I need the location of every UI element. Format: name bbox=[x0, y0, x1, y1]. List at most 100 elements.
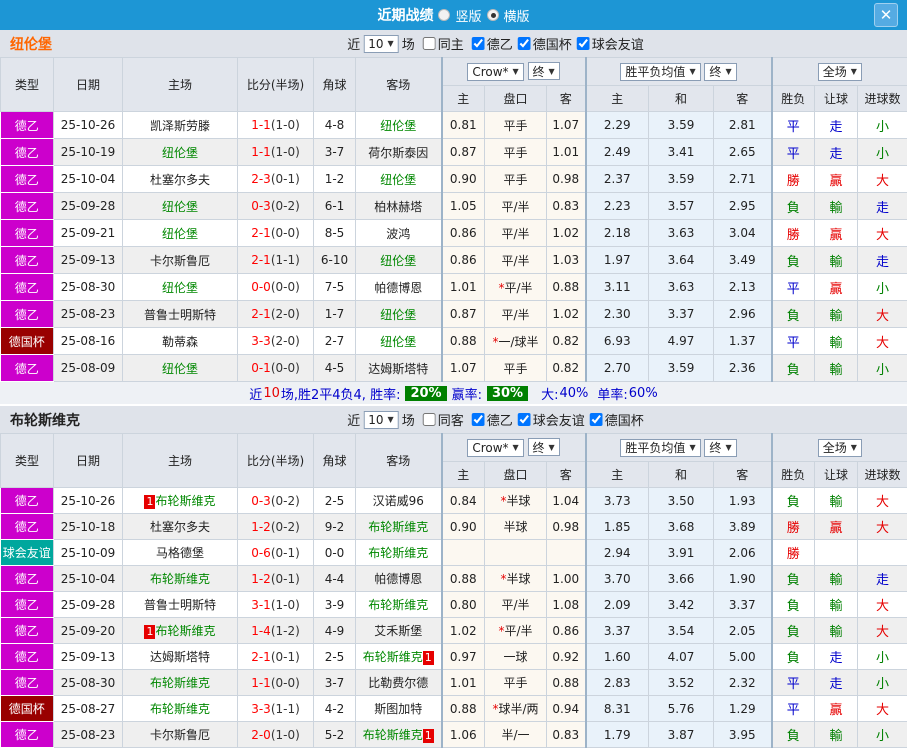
col-score: 比分(半场) bbox=[237, 433, 314, 488]
same-venue-filter[interactable]: 同客 bbox=[422, 410, 464, 429]
corner-cell: 4-5 bbox=[313, 354, 356, 382]
league-checkbox[interactable] bbox=[471, 412, 485, 426]
odds-handicap: 平手 bbox=[484, 669, 547, 696]
same-venue-checkbox[interactable] bbox=[422, 413, 436, 426]
avg-select[interactable]: 胜平负均值 ▼ bbox=[620, 62, 701, 81]
odds-home: 0.87 bbox=[440, 300, 485, 328]
score-cell: 0-3(0-2) bbox=[237, 192, 314, 220]
scope-select[interactable]: 全场 ▼ bbox=[817, 438, 862, 457]
away-team: 荷尔斯泰因 bbox=[355, 138, 442, 166]
col-winloss: 胜负 bbox=[770, 461, 816, 488]
league-filter[interactable]: 德国杯 bbox=[517, 34, 572, 53]
avg-time-select[interactable]: 终 ▼ bbox=[704, 62, 737, 81]
league-filter[interactable]: 球会友谊 bbox=[576, 34, 644, 53]
odds-handicap: *一/球半 bbox=[484, 327, 547, 355]
score-cell: 1-4(1-2) bbox=[237, 617, 314, 644]
avg-time-select[interactable]: 终 ▼ bbox=[704, 438, 737, 457]
bookmaker-select[interactable]: Crow* ▼ bbox=[467, 438, 524, 457]
match-date: 25-10-18 bbox=[53, 513, 123, 540]
handicap-result-cell: 贏 bbox=[814, 219, 859, 247]
handicap-result-cell: 贏 bbox=[814, 513, 859, 540]
same-venue-checkbox[interactable] bbox=[422, 37, 436, 50]
odds-time-select[interactable]: 终 ▼ bbox=[527, 62, 560, 81]
handicap-result-cell: 走 bbox=[814, 111, 859, 139]
corner-cell: 1-7 bbox=[313, 300, 356, 328]
league-filter[interactable]: 德乙 bbox=[471, 410, 513, 429]
odds-handicap: 半/一 bbox=[484, 721, 547, 748]
league-type-badge: 德乙 bbox=[0, 487, 54, 514]
handicap-result-cell: 輸 bbox=[814, 354, 859, 382]
league-type-badge: 德乙 bbox=[0, 111, 54, 139]
league-checkbox[interactable] bbox=[517, 36, 531, 50]
avg-home: 2.37 bbox=[584, 165, 650, 193]
league-filter[interactable]: 球会友谊 bbox=[517, 410, 585, 429]
odds-handicap: 一球 bbox=[484, 643, 547, 670]
home-team: 纽伦堡 bbox=[122, 138, 238, 166]
win-loss-cell: 平 bbox=[770, 111, 816, 139]
col-avg-draw: 和 bbox=[648, 461, 715, 488]
odds-handicap bbox=[484, 539, 547, 566]
rank-badge: 1 bbox=[144, 495, 156, 509]
col-away: 客场 bbox=[355, 57, 442, 112]
odds-away: 0.98 bbox=[545, 165, 587, 193]
horizontal-layout-radio[interactable] bbox=[486, 9, 499, 21]
corner-cell: 4-8 bbox=[313, 111, 356, 139]
bookmaker-select[interactable]: Crow* ▼ bbox=[467, 62, 524, 81]
match-row: 德国杯 25-08-27 布轮斯维克 3-3(1-1) 4-2 斯图加特 0.8… bbox=[0, 695, 907, 722]
score-cell: 2-1(0-1) bbox=[237, 643, 314, 670]
goals-result-cell: 大 bbox=[857, 695, 907, 722]
match-row: 德乙 25-10-04 杜塞尔多夫 2-3(0-1) 1-2 纽伦堡 0.90 … bbox=[0, 165, 907, 193]
col-corner: 角球 bbox=[313, 57, 356, 112]
league-filter[interactable]: 德国杯 bbox=[589, 410, 644, 429]
odds-away: 0.83 bbox=[545, 721, 587, 748]
team-name: 纽伦堡 bbox=[10, 36, 52, 53]
horizontal-layout-label[interactable]: 横版 bbox=[504, 6, 530, 25]
handicap-result-cell: 贏 bbox=[814, 273, 859, 301]
col-handicap-result: 让球 bbox=[814, 85, 859, 112]
handicap-result-cell: 輸 bbox=[814, 300, 859, 328]
vertical-layout-radio[interactable] bbox=[438, 9, 451, 21]
avg-draw: 5.76 bbox=[648, 695, 715, 722]
league-filters: 德乙 球会友谊 德国杯 bbox=[467, 410, 644, 430]
vertical-layout-label[interactable]: 竖版 bbox=[455, 6, 481, 25]
score-cell: 0-0(0-0) bbox=[237, 273, 314, 301]
league-checkbox[interactable] bbox=[576, 36, 590, 50]
chevron-down-icon: ▼ bbox=[725, 67, 732, 76]
avg-away: 2.95 bbox=[713, 192, 773, 220]
odds-away: 0.88 bbox=[545, 669, 587, 696]
avg-home: 2.49 bbox=[584, 138, 650, 166]
odds-group-header: Crow* ▼ 终 ▼ bbox=[440, 57, 587, 86]
rounds-select[interactable]: 10 ▼ bbox=[363, 34, 399, 53]
avg-away: 3.49 bbox=[713, 246, 773, 274]
home-team: 勒蒂森 bbox=[122, 327, 238, 355]
odds-away: 0.82 bbox=[545, 327, 587, 355]
league-checkbox[interactable] bbox=[471, 36, 485, 50]
results-table: 类型 日期 主场 比分(半场) 角球 客场 Crow* ▼ 终 ▼ 胜平负均值 ▼ 终… bbox=[0, 433, 907, 748]
league-type-badge: 德乙 bbox=[0, 643, 54, 670]
rounds-select[interactable]: 10 ▼ bbox=[363, 410, 399, 429]
scope-select[interactable]: 全场 ▼ bbox=[817, 62, 862, 81]
handicap-result-cell: 走 bbox=[814, 643, 859, 670]
odds-time-select[interactable]: 终 ▼ bbox=[527, 438, 560, 457]
league-checkbox[interactable] bbox=[517, 412, 531, 426]
col-avg-away: 客 bbox=[713, 85, 773, 112]
match-date: 25-10-04 bbox=[53, 165, 123, 193]
avg-home: 1.60 bbox=[584, 643, 650, 670]
odds-away: 0.86 bbox=[545, 617, 587, 644]
score-cell: 1-2(0-1) bbox=[237, 565, 314, 592]
match-date: 25-08-16 bbox=[53, 327, 123, 355]
odds-handicap: 平/半 bbox=[484, 246, 547, 274]
win-loss-cell: 負 bbox=[770, 487, 816, 514]
title-bar: 近期战绩 竖版 横版 ✕ bbox=[0, 0, 907, 30]
league-label: 球会友谊 bbox=[591, 37, 644, 53]
match-date: 25-10-09 bbox=[53, 539, 123, 566]
results-table: 类型 日期 主场 比分(半场) 角球 客场 Crow* ▼ 终 ▼ 胜平负均值 ▼ 终… bbox=[0, 57, 907, 382]
avg-select[interactable]: 胜平负均值 ▼ bbox=[620, 438, 701, 457]
league-filter[interactable]: 德乙 bbox=[471, 34, 513, 53]
close-icon[interactable]: ✕ bbox=[874, 3, 898, 27]
avg-draw: 3.64 bbox=[648, 246, 715, 274]
league-checkbox[interactable] bbox=[589, 412, 603, 426]
goals-result-cell: 大 bbox=[857, 487, 907, 514]
same-venue-filter[interactable]: 同主 bbox=[422, 34, 464, 53]
avg-group-header: 胜平负均值 ▼ 终 ▼ bbox=[584, 57, 773, 86]
